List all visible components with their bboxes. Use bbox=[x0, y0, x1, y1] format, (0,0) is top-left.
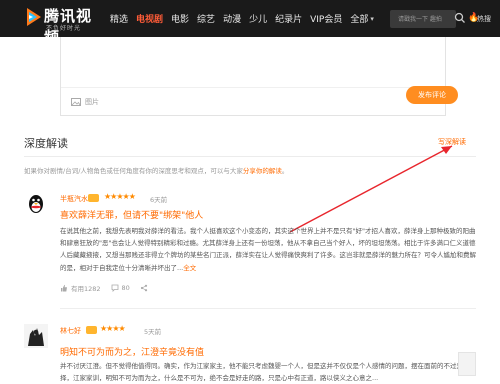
search-icon[interactable] bbox=[454, 12, 466, 24]
comment-icon bbox=[111, 284, 118, 292]
image-upload-label[interactable]: 图片 bbox=[85, 97, 99, 107]
like-button[interactable]: 有用1282 bbox=[60, 283, 101, 293]
read-more-link[interactable]: 全文 bbox=[183, 264, 196, 272]
scroll-to-top-button[interactable] bbox=[458, 352, 476, 376]
vip-badge-icon bbox=[88, 194, 99, 202]
comment-editor[interactable]: 图片 bbox=[60, 37, 446, 116]
vip-badge-icon bbox=[86, 326, 97, 334]
main-nav: 精选 电视剧 电影 综艺 动漫 少儿 纪录片 VIP会员 全部 ▾ bbox=[110, 0, 382, 37]
search-input[interactable]: 请戳我一下 趣拍 bbox=[390, 10, 456, 28]
avatar[interactable] bbox=[24, 192, 48, 216]
review-time: 6天前 bbox=[150, 196, 168, 204]
review-text: 在说其他之前，我想先表明我对薛洋的看法。我个人挺喜欢这个小变态的，其实这个世界上… bbox=[60, 227, 476, 272]
section-title: 深度解读 bbox=[24, 137, 68, 150]
editor-toolbar: 图片 bbox=[61, 87, 445, 115]
top-navbar: 腾讯视频 不负好时光 精选 电视剧 电影 综艺 动漫 少儿 纪录片 VIP会员 … bbox=[0, 0, 500, 46]
tencent-video-logo[interactable]: 腾讯视频 不负好时光 bbox=[26, 5, 104, 46]
review-title[interactable]: 喜欢薛洋无罪，但请不要"绑架"他人 bbox=[60, 208, 203, 221]
reviewer-name[interactable]: 林七好 bbox=[60, 326, 81, 336]
review-separator bbox=[60, 308, 476, 309]
penguin-avatar-icon bbox=[24, 192, 48, 216]
image-icon[interactable] bbox=[71, 98, 81, 106]
share-review-link[interactable]: 分享你的解读 bbox=[243, 167, 282, 175]
review-time: 5天前 bbox=[144, 328, 162, 336]
nav-item-documentary[interactable]: 纪录片 bbox=[275, 12, 302, 25]
review-item: 林七好 ★★★★ 5天前 明知不可为而为之，江澄辛竟没有值 并不讨厌江澄。但不觉… bbox=[24, 324, 476, 384]
chevron-down-icon[interactable]: ▾ bbox=[370, 15, 374, 23]
play-logo-icon bbox=[27, 8, 41, 26]
comment-count: 80 bbox=[121, 284, 130, 292]
avatar[interactable] bbox=[24, 324, 48, 348]
rating-stars: ★★★★ bbox=[100, 324, 126, 333]
review-body: 在说其他之前，我想先表明我对薛洋的看法。我个人挺喜欢这个小变态的，其实这个世界上… bbox=[60, 225, 478, 274]
section-divider bbox=[24, 156, 476, 157]
thumbs-up-icon bbox=[61, 284, 67, 292]
nav-item-movie[interactable]: 电影 bbox=[171, 12, 189, 25]
subtitle-suffix: 。 bbox=[281, 167, 289, 175]
share-button[interactable] bbox=[140, 284, 151, 292]
nav-item-anime[interactable]: 动漫 bbox=[223, 12, 241, 25]
review-title[interactable]: 明知不可为而为之，江澄辛竟没有值 bbox=[60, 345, 204, 358]
share-icon bbox=[140, 284, 147, 292]
search-placeholder: 请戳我一下 趣拍 bbox=[398, 16, 442, 23]
write-review-link[interactable]: 写深解读 bbox=[438, 137, 466, 147]
nav-item-tv[interactable]: 电视剧 bbox=[136, 12, 163, 25]
review-body: 并不讨厌江澄。但不觉得他值得同。确实，作为江家家主，他不能只考虑魏婴一个人，但是… bbox=[60, 360, 478, 384]
reviewer-name[interactable]: 半瓶汽水 bbox=[60, 194, 88, 204]
section-subtitle: 如果你对剧情/台词/人物角色或任何角度有你的深度思考和观点，可以与大家分享你的解… bbox=[24, 165, 288, 175]
nav-item-featured[interactable]: 精选 bbox=[110, 12, 128, 25]
nav-item-variety[interactable]: 综艺 bbox=[197, 12, 215, 25]
review-text: 并不讨厌江澄。但不觉得他值得同。确实，作为江家家主，他不能只考虑魏婴一个人，但是… bbox=[60, 362, 470, 383]
like-count: 有用1282 bbox=[71, 285, 101, 293]
subtitle-prefix: 如果你对剧情/台词/人物角色或任何角度有你的深度思考和观点，可以与大家 bbox=[24, 167, 243, 175]
nav-item-kids[interactable]: 少儿 bbox=[249, 12, 267, 25]
silhouette-avatar-icon bbox=[24, 324, 48, 348]
publish-comment-button[interactable]: 发布评论 bbox=[406, 86, 458, 104]
review-item: 半瓶汽水 ★★★★★ 6天前 喜欢薛洋无罪，但请不要"绑架"他人 在说其他之前，… bbox=[24, 192, 476, 300]
nav-item-vip[interactable]: VIP会员 bbox=[310, 12, 342, 25]
rating-stars: ★★★★★ bbox=[104, 192, 136, 201]
comment-button[interactable]: 80 bbox=[111, 284, 130, 292]
review-actions: 有用1282 80 bbox=[60, 283, 161, 293]
nav-item-all[interactable]: 全部 bbox=[350, 12, 368, 25]
hot-search-link[interactable]: 热搜 bbox=[477, 14, 491, 24]
logo-slogan: 不负好时光 bbox=[46, 25, 82, 32]
